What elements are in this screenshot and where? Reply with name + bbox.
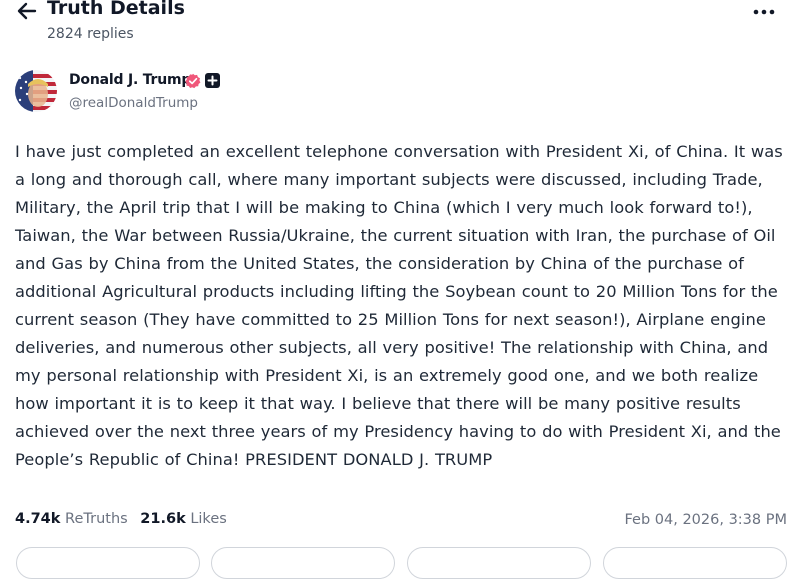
page-title: Truth Details: [47, 0, 185, 19]
avatar-image: [15, 70, 57, 112]
post-stats: 4.74k ReTruths 21.6k Likes: [15, 511, 235, 533]
retruth-action-button[interactable]: [211, 547, 395, 579]
verified-badge-icon: [185, 73, 201, 89]
author-name[interactable]: Donald J. Trump: [69, 72, 191, 88]
avatar[interactable]: [15, 70, 57, 112]
back-button[interactable]: [14, 0, 40, 22]
likes-label: Likes: [190, 511, 227, 527]
likes-stat[interactable]: 21.6k Likes: [140, 511, 227, 527]
retruths-label: ReTruths: [65, 511, 128, 527]
arrow-left-icon: [17, 2, 37, 20]
retruths-stat[interactable]: 4.74k ReTruths: [15, 511, 128, 527]
replies-count: 2824 replies: [47, 26, 134, 42]
plus-badge-icon: [205, 73, 220, 88]
like-action-button[interactable]: [407, 547, 591, 579]
post-timestamp: Feb 04, 2026, 3:38 PM: [624, 512, 788, 528]
likes-count: 21.6k: [140, 511, 186, 527]
retruths-count: 4.74k: [15, 511, 61, 527]
post-text: I have just completed an excellent telep…: [15, 142, 783, 469]
header: Truth Details 2824 replies: [0, 0, 806, 50]
share-action-button[interactable]: [603, 547, 787, 579]
reply-action-button[interactable]: [16, 547, 200, 579]
more-options-button[interactable]: [751, 4, 777, 20]
more-horizontal-icon: [753, 9, 775, 15]
author-handle[interactable]: @realDonaldTrump: [69, 95, 198, 111]
